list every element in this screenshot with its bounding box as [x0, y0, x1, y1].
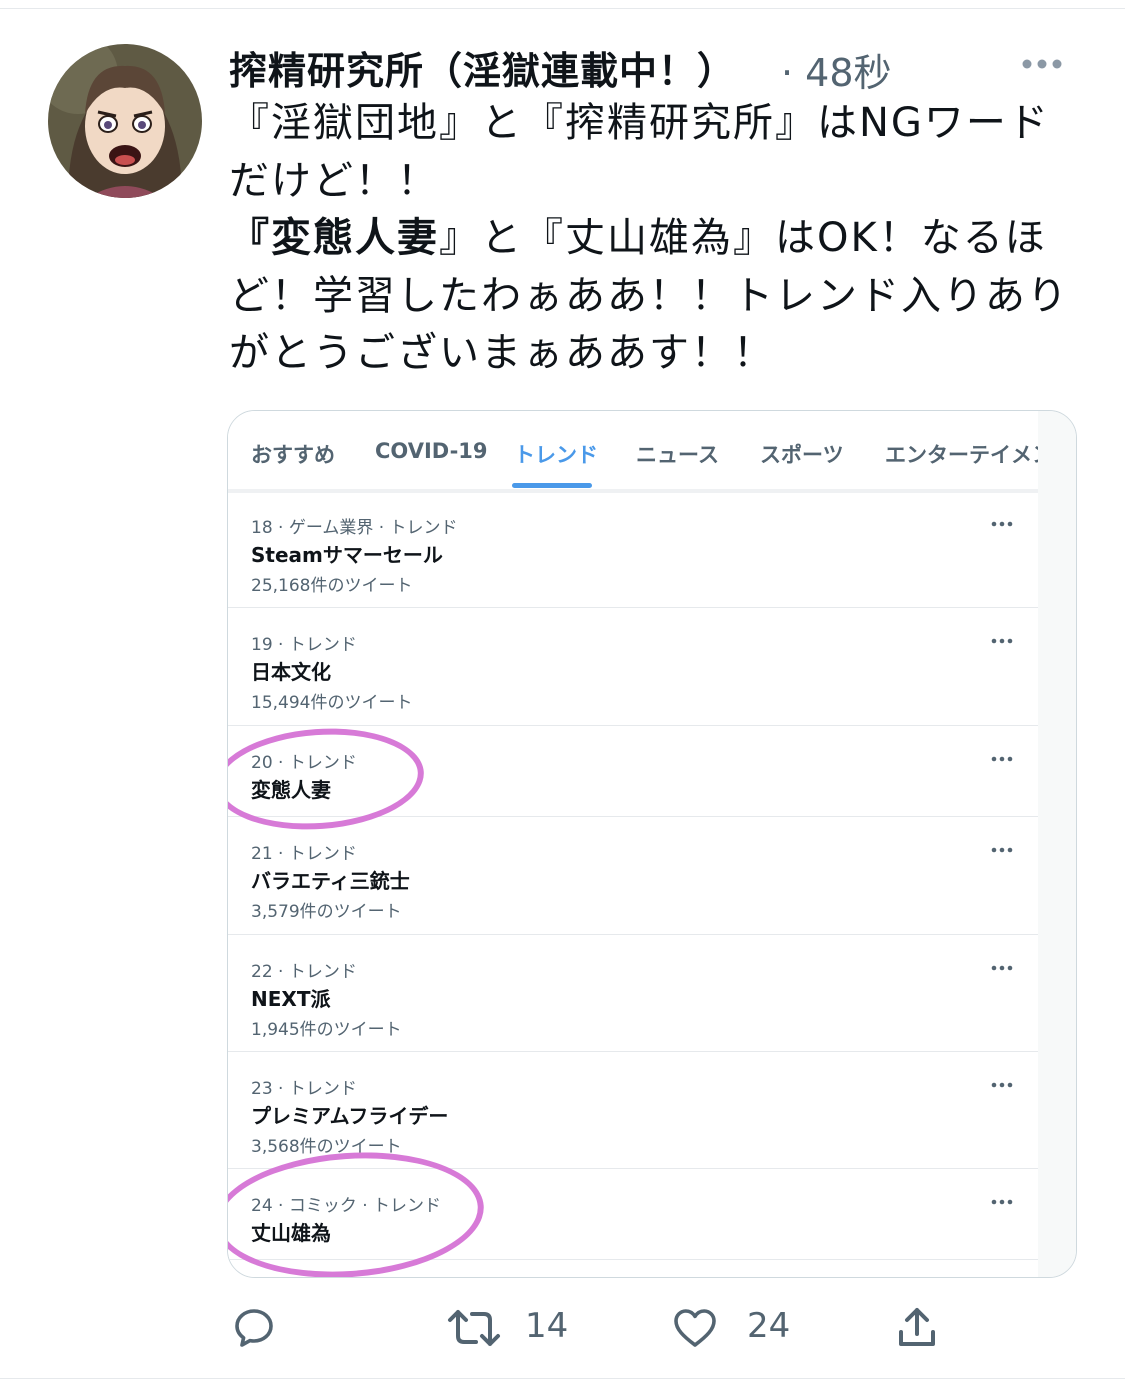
trend-meta: 21 · トレンド [251, 844, 357, 864]
trend-count: 25,168件のツイート [251, 576, 413, 596]
tab-entertainment: エンターテイメン [885, 443, 1038, 467]
trend-meta: 24 · コミック · トレンド [251, 1196, 442, 1216]
trend-count: 3,568件のツイート [251, 1137, 402, 1157]
tweet-line: 『淫獄団地』と『搾精研究所』はNGワード [229, 100, 1050, 146]
timestamp[interactable]: · 48秒 [781, 42, 892, 97]
trend-count: 1,945件のツイート [251, 1020, 402, 1040]
trend-row: 18 · ゲーム業界 · トレンド Steamサマーセール 25,168件のツイ… [228, 493, 1038, 608]
tweet-line: ど！学習したわぁああ！！トレンド入りあり [229, 272, 1069, 319]
trend-count: 15,494件のツイート [251, 693, 413, 713]
trend-meta: 23 · トレンド [251, 1079, 357, 1099]
trend-name: 丈山雄為 [251, 1221, 331, 1245]
attached-image[interactable]: おすすめ COVID-19 トレンド ニュース スポーツ エンターテイメン 18… [227, 410, 1077, 1278]
tweet-line: がとうございまぁああす！！ [229, 330, 775, 376]
trend-row: 20 · トレンド 変態人妻 [228, 726, 1038, 817]
tweet-line: 『変態人妻』と『丈山雄為』はOK！なるほ [229, 215, 1047, 261]
trends-screenshot: おすすめ COVID-19 トレンド ニュース スポーツ エンターテイメン 18… [228, 411, 1038, 1277]
more-options-icon[interactable] [1019, 56, 1065, 72]
trend-meta: 20 · トレンド [251, 753, 357, 773]
reply-icon[interactable] [230, 1304, 278, 1356]
explore-tabs: おすすめ COVID-19 トレンド ニュース スポーツ エンターテイメン [228, 411, 1038, 493]
trend-row: 22 · トレンド NEXT派 1,945件のツイート [228, 935, 1038, 1052]
trend-name: プレミアムフライデー [251, 1104, 449, 1128]
bold-text: 『変態人妻 [229, 215, 439, 261]
tab-news: ニュース [636, 443, 719, 467]
more-icon [991, 756, 1013, 762]
active-tab-indicator [512, 483, 592, 488]
more-icon [991, 638, 1013, 644]
trend-row: 19 · トレンド 日本文化 15,494件のツイート [228, 608, 1038, 726]
trend-name: 変態人妻 [251, 778, 331, 802]
retweet-count: 14 [525, 1306, 569, 1346]
more-icon [991, 965, 1013, 971]
trend-meta: 18 · ゲーム業界 · トレンド [251, 518, 458, 538]
tweet-text: 『淫獄団地』と『搾精研究所』はNGワード だけど！！ 『変態人妻』と『丈山雄為』… [229, 95, 1089, 383]
trend-row: 24 · コミック · トレンド 丈山雄為 [228, 1169, 1038, 1260]
trend-meta: 22 · トレンド [251, 962, 357, 982]
more-icon [991, 521, 1013, 527]
more-icon [991, 1082, 1013, 1088]
heart-icon[interactable] [670, 1304, 720, 1356]
tweet-actions: 14 24 [0, 1290, 1125, 1370]
trend-count: 3,579件のツイート [251, 902, 402, 922]
avatar[interactable] [48, 44, 202, 198]
screenshot-margin [1038, 411, 1076, 1277]
trend-name: バラエティ三銃士 [251, 869, 410, 893]
like-count: 24 [747, 1306, 791, 1346]
trend-row: 23 · トレンド プレミアムフライデー 3,568件のツイート [228, 1052, 1038, 1169]
tab-trends: トレンド [514, 443, 598, 467]
retweet-icon[interactable] [446, 1304, 502, 1356]
trend-name: Steamサマーセール [251, 543, 443, 567]
more-icon [991, 847, 1013, 853]
trend-meta: 19 · トレンド [251, 635, 357, 655]
display-name[interactable]: 搾精研究所（淫獄連載中！） [229, 40, 736, 95]
more-icon [991, 1199, 1013, 1205]
trend-row: 21 · トレンド バラエティ三銃士 3,579件のツイート [228, 817, 1038, 935]
bottom-divider [0, 1378, 1125, 1379]
tweet-line: だけど！！ [229, 157, 439, 204]
trend-name: 日本文化 [251, 660, 331, 684]
share-icon[interactable] [893, 1304, 941, 1356]
tab-sports: スポーツ [760, 443, 844, 467]
trend-name: NEXT派 [251, 987, 331, 1011]
tweet-header: 搾精研究所（淫獄連載中！） · 48秒 [229, 40, 1079, 95]
tab-osusume: おすすめ [251, 443, 335, 467]
top-divider [0, 8, 1125, 9]
tab-covid19: COVID-19 [375, 439, 488, 463]
